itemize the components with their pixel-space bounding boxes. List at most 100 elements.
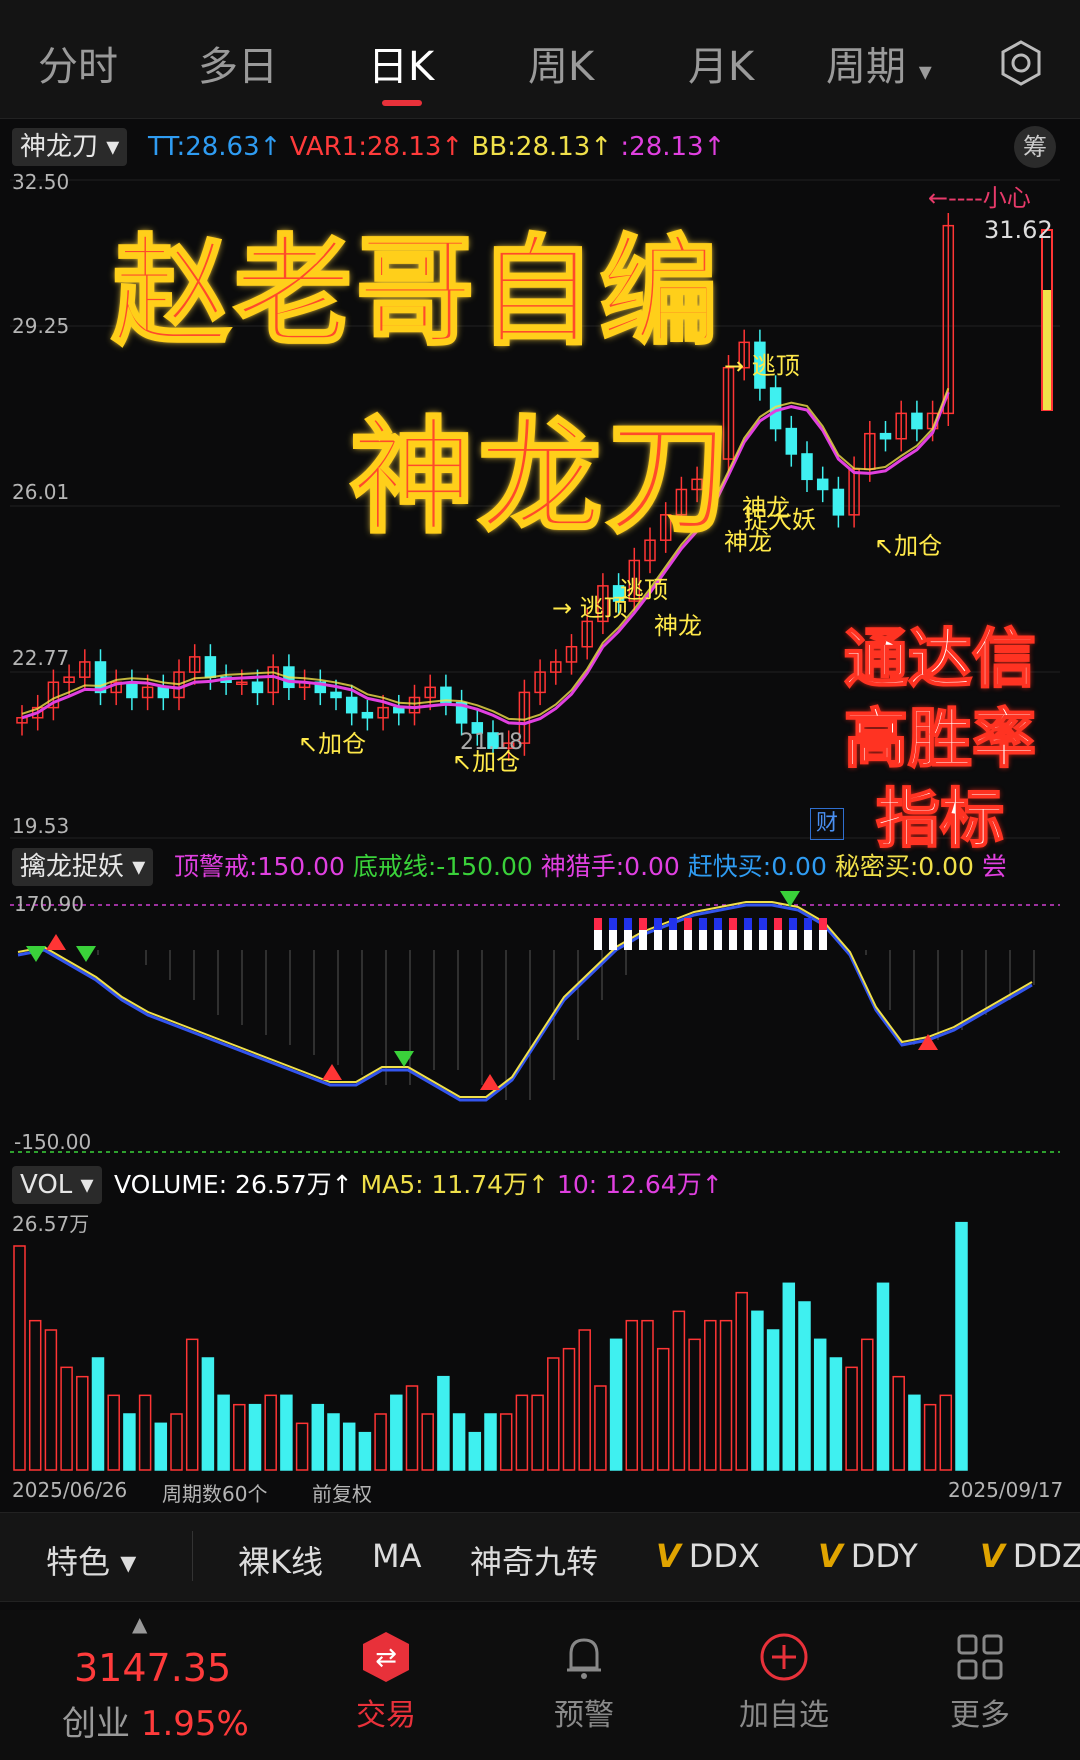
volume-bars — [13, 1221, 968, 1471]
volume-bar — [437, 1375, 450, 1471]
y-tick-label: 22.77 — [12, 646, 70, 670]
volume-bar — [704, 1319, 717, 1471]
volume-bar — [390, 1394, 403, 1471]
tool-label: DDZ — [1012, 1537, 1080, 1575]
volume-bar — [813, 1338, 827, 1471]
candle-body — [832, 488, 845, 516]
nav-add-watchlist[interactable]: 加自选 — [714, 1630, 854, 1734]
sub-indicator-name: 擒龙捉妖 — [20, 852, 125, 882]
volume-bar — [672, 1310, 686, 1471]
osc-signal-bar — [609, 918, 617, 930]
index-value[interactable]: 3147.35 — [74, 1646, 231, 1690]
volume-indicator-name: VOL — [20, 1170, 73, 1200]
volume-bar — [829, 1357, 843, 1471]
volume-header: VOL ▾ VOLUME: 26.57万↑ MA5: 11.74万↑ 10: 1… — [0, 1160, 1080, 1210]
top-alert-value: 顶警戒:150.00 — [174, 852, 345, 881]
volume-bar — [955, 1221, 968, 1471]
signal-shenlong: 神龙 — [654, 612, 702, 640]
tool-ddy[interactable]: V DDY — [818, 1537, 918, 1575]
volume-bar — [123, 1413, 136, 1471]
index-change-value: 1.95% — [140, 1704, 249, 1744]
signal-add-position: ↖加仓 — [452, 748, 521, 776]
tool-ddz[interactable]: V DDZ — [980, 1537, 1080, 1575]
arrow-down-icon — [76, 946, 96, 962]
bottom-navigation: ▲ 3147.35 创业 1.95% ⇄ 交易 预警 加自选 更多 — [0, 1610, 1080, 1760]
y-tick-label: 32.50 — [12, 170, 70, 194]
signal-text: 加仓 — [472, 748, 521, 776]
volume-bar — [452, 1413, 466, 1471]
signal-add-position: ↖加仓 — [874, 532, 943, 560]
caution-bar — [1043, 290, 1051, 410]
tool-naked-k[interactable]: 裸K线 — [238, 1537, 323, 1583]
extra-value: 尝 — [981, 852, 1007, 881]
osc-signal-bar — [774, 918, 782, 930]
tool-ma[interactable]: MA — [372, 1537, 422, 1575]
candle-body — [345, 696, 358, 714]
tool-label: DDX — [688, 1537, 760, 1575]
overlay-title-indicator: 神龙刀 — [348, 405, 735, 552]
tool-magic-nine[interactable]: 神奇九转 — [470, 1537, 598, 1583]
hunter-value: 神猎手:0.00 — [540, 852, 680, 881]
volume-bar — [876, 1282, 890, 1471]
index-change[interactable]: 创业 1.95% — [62, 1696, 249, 1745]
grid-icon — [957, 1634, 1003, 1680]
nav-more[interactable]: 更多 — [910, 1630, 1050, 1734]
candle-body — [126, 681, 138, 699]
volume-bar — [782, 1282, 796, 1471]
sub-indicator-selector[interactable]: 擒龙捉妖 ▾ — [12, 848, 154, 886]
v-icon: V — [818, 1537, 843, 1575]
volume-indicator-selector[interactable]: VOL ▾ — [12, 1166, 102, 1204]
special-dropdown[interactable]: 特色 ▾ — [46, 1537, 136, 1583]
candle-body — [785, 427, 798, 455]
date-start-label: 2025/06/26 — [12, 1478, 128, 1502]
arrow-up-icon — [322, 1064, 342, 1080]
toolbar-divider — [192, 1531, 193, 1581]
period-count-label: 周期数60个 — [162, 1482, 268, 1506]
osc-signal-bar — [654, 918, 662, 930]
y-tick-label: 19.53 — [12, 814, 70, 838]
add-circle-icon — [760, 1633, 808, 1681]
volume-bar — [28, 1319, 42, 1471]
volume-bar — [547, 1357, 560, 1471]
volume-bar — [264, 1394, 277, 1471]
volume-bar — [154, 1422, 168, 1471]
nav-alert[interactable]: 预警 — [514, 1630, 654, 1734]
volume-bar — [798, 1301, 811, 1471]
volume-bar — [76, 1375, 89, 1471]
candle-body — [204, 656, 217, 678]
osc-line — [17, 903, 1033, 1102]
volume-bar — [295, 1422, 309, 1471]
nav-trade[interactable]: ⇄ 交易 — [316, 1630, 456, 1734]
volume-bar — [201, 1357, 215, 1471]
signal-text: 加仓 — [318, 730, 367, 758]
volume-bar — [91, 1357, 105, 1471]
candle-body — [157, 686, 170, 699]
volume-bar — [594, 1385, 607, 1471]
overlay-side-text: 高胜率 — [843, 702, 1037, 778]
tool-label: DDY — [850, 1537, 918, 1575]
volume-bar — [280, 1394, 293, 1471]
volume-bar — [217, 1394, 230, 1471]
overlay-side-text: 通达信 — [843, 622, 1037, 698]
arrow-down-icon — [394, 1051, 414, 1067]
signal-add-position: ↖加仓 — [298, 730, 367, 758]
candle-body — [879, 432, 892, 440]
volume-bar — [861, 1338, 874, 1471]
y-tick-label: 26.01 — [12, 480, 70, 504]
volume-bar — [845, 1366, 858, 1471]
volume-bar — [499, 1413, 513, 1471]
osc-signal-bar — [699, 918, 707, 930]
v-icon: V — [980, 1537, 1005, 1575]
volume-bar — [138, 1394, 152, 1471]
y-tick-label: 29.25 — [12, 314, 70, 338]
volume-bar — [531, 1394, 544, 1471]
osc-signal-bar — [639, 918, 647, 930]
candle-body — [330, 691, 342, 699]
volume-bar — [688, 1338, 701, 1471]
signal-escape-top: → 逃顶 — [552, 594, 628, 622]
volume-bar — [60, 1366, 73, 1471]
volume-bar — [908, 1394, 921, 1471]
tool-ddx[interactable]: V DDX — [656, 1537, 760, 1575]
trade-icon: ⇄ — [363, 1632, 409, 1682]
osc-signal-bar — [624, 918, 632, 930]
